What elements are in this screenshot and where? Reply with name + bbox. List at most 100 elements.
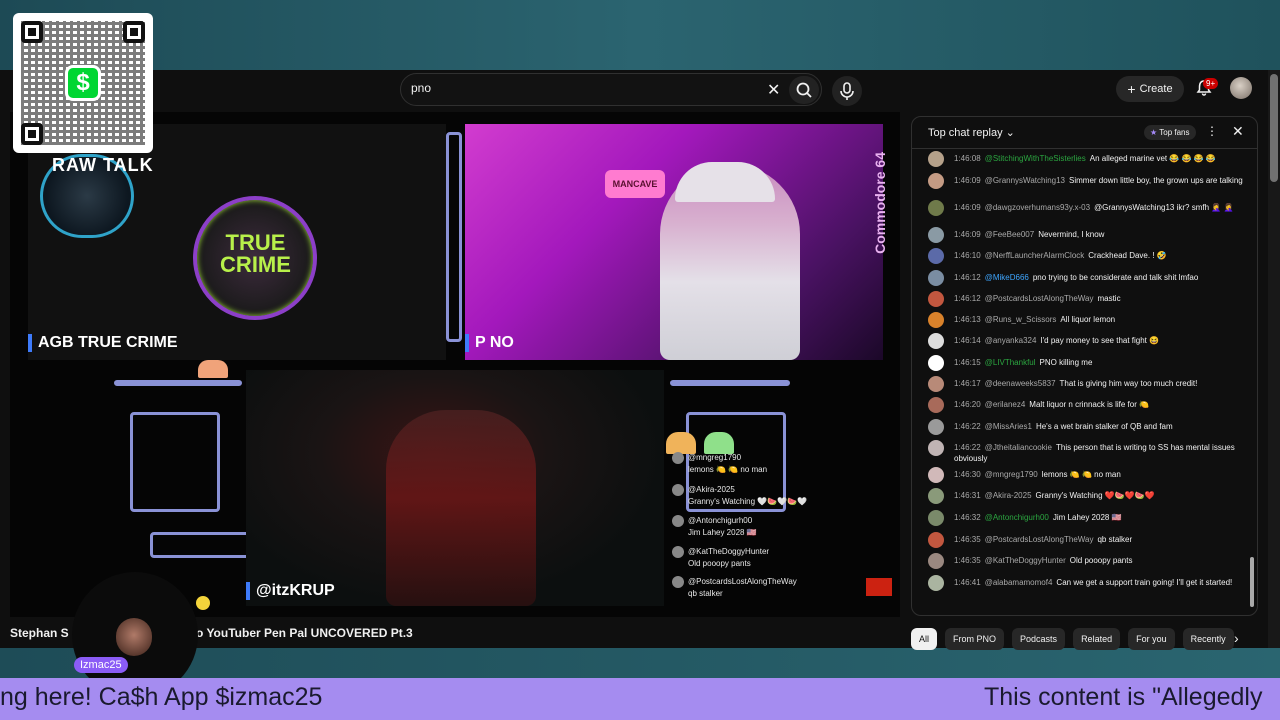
chat-text: That is giving him way too much credit! [1059, 379, 1198, 388]
maze-wall [446, 132, 462, 342]
chat-author[interactable]: @LIVThankful [985, 358, 1036, 367]
chat-avatar[interactable] [928, 312, 944, 328]
chat-author[interactable]: @MikeD666 [985, 273, 1029, 282]
chat-timestamp: 1:46:20 [954, 400, 981, 409]
chip-recently[interactable]: Recently [1182, 628, 1234, 650]
chat-avatar [672, 452, 684, 464]
more-options-icon[interactable]: ⋮ [1206, 124, 1218, 138]
voice-search-button[interactable] [832, 76, 862, 106]
chat-avatar[interactable] [928, 575, 944, 591]
chat-message-body: 1:46:09 @GrannysWatching13 Simmer down lit… [954, 175, 1244, 186]
mancave-sign: MANCAVE [605, 170, 665, 198]
chat-author[interactable]: @FeeBee007 [985, 230, 1035, 239]
overlay-chat-author: @Akira-2025 [688, 485, 735, 494]
chat-author[interactable]: @anyanka324 [985, 336, 1037, 345]
top-fans-button[interactable]: ★ Top fans [1144, 125, 1196, 140]
pacman-icon [196, 596, 210, 610]
clear-search-icon[interactable]: ✕ [767, 80, 780, 100]
overlay-chat-author: @Antonchigurh00 [688, 516, 753, 525]
chat-avatar[interactable] [928, 200, 944, 216]
chip-podcasts[interactable]: Podcasts [1012, 628, 1066, 650]
chat-author[interactable]: @NerffLauncherAlarmClock [985, 251, 1085, 260]
webcam-face [116, 618, 152, 656]
maze-wall [114, 380, 242, 386]
masthead: ✕ + Create 9+ [0, 70, 1268, 110]
plus-icon: + [1127, 81, 1136, 97]
chat-timestamp: 1:46:09 [954, 203, 981, 212]
chat-avatar[interactable] [928, 227, 944, 243]
create-button[interactable]: + Create [1116, 76, 1184, 102]
search-input[interactable] [411, 81, 751, 95]
chat-avatar[interactable] [928, 333, 944, 349]
chat-author[interactable]: @PostcardsLostAlongTheWay [985, 294, 1094, 303]
overlay-chat-item: @mngreg1790 lemons 🍋 🍋 no man [672, 452, 767, 475]
chat-message-body: 1:46:08 @StitchingWithTheSisterlies An all… [954, 153, 1244, 164]
chat-author[interactable]: @dawgzoverhumans93y.x-03 [985, 203, 1090, 212]
chat-timestamp: 1:46:12 [954, 273, 981, 282]
chat-avatar[interactable] [928, 248, 944, 264]
chat-text: Jim Lahey 2028 🇺🇸 [1052, 513, 1122, 522]
chat-author[interactable]: @erilanez4 [985, 400, 1026, 409]
chat-avatar[interactable] [928, 355, 944, 371]
video-title: Stephan S [10, 626, 69, 640]
chip-from-pno[interactable]: From PNO [945, 628, 1005, 650]
chat-timestamp: 1:46:08 [954, 154, 981, 163]
overlay-chat-text: Jim Lahey 2028 🇺🇸 [688, 528, 757, 537]
chat-author[interactable]: @PostcardsLostAlongTheWay [985, 535, 1094, 544]
chat-avatar[interactable] [928, 291, 944, 307]
chip-all[interactable]: All [911, 628, 938, 650]
chat-avatar[interactable] [928, 532, 944, 548]
chat-timestamp: 1:46:22 [954, 422, 981, 431]
overlay-chat-author: @mngreg1790 [688, 453, 742, 462]
video-player[interactable]: RAW TALK TRUE CRIME AGB TRUE CRIME MANCA… [10, 112, 900, 617]
chat-avatar[interactable] [928, 467, 944, 483]
account-avatar[interactable] [1230, 77, 1252, 99]
chat-avatar[interactable] [928, 488, 944, 504]
chip-related[interactable]: Related [1073, 628, 1121, 650]
ghost-icon [704, 432, 734, 454]
qr-finder [21, 123, 43, 145]
chat-avatar[interactable] [928, 510, 944, 526]
chat-text: PNO killing me [1039, 358, 1093, 367]
chip-for-you[interactable]: For you [1128, 628, 1175, 650]
chat-message-body: 1:46:35 @PostcardsLostAlongTheWay qb stalk… [954, 534, 1244, 545]
page-scrollbar-thumb[interactable] [1270, 74, 1278, 182]
panel-label-pno: P NO [465, 334, 514, 352]
chat-author[interactable]: @MissAries1 [985, 422, 1032, 431]
chat-author[interactable]: @deenaweeks5837 [985, 379, 1056, 388]
chat-author[interactable]: @Antonchigurh00 [985, 513, 1049, 522]
chat-timestamp: 1:46:17 [954, 379, 981, 388]
chat-author[interactable]: @mngreg1790 [985, 470, 1038, 479]
chevron-right-icon[interactable]: › [1234, 630, 1239, 646]
chat-mode-dropdown[interactable]: Top chat replay ⌄ [928, 126, 1015, 139]
chat-author[interactable]: @Runs_w_Scissors [985, 315, 1057, 324]
close-icon[interactable]: ✕ [1232, 123, 1244, 140]
chat-avatar[interactable] [928, 173, 944, 189]
chat-avatar[interactable] [928, 553, 944, 569]
live-chat-replay: Top chat replay ⌄ ★ Top fans ⋮ ✕ 1:46:08… [911, 116, 1258, 616]
chat-avatar[interactable] [928, 397, 944, 413]
chat-avatar[interactable] [928, 440, 944, 456]
overlay-chat-item: @Antonchigurh00 Jim Lahey 2028 🇺🇸 [672, 515, 757, 538]
chat-avatar[interactable] [928, 376, 944, 392]
chat-message-body: 1:46:17 @deenaweeks5837 That is giving him… [954, 378, 1244, 389]
overlay-chat-author: @KatTheDoggyHunter [688, 547, 770, 556]
stream-overlay-top [0, 0, 1280, 70]
true-crime-text: TRUE CRIME [220, 230, 291, 277]
chat-timestamp: 1:46:09 [954, 230, 981, 239]
chat-author[interactable]: @KatTheDoggyHunter [985, 556, 1066, 565]
chat-author[interactable]: @GrannysWatching13 [985, 176, 1065, 185]
chat-avatar[interactable] [928, 151, 944, 167]
chat-author[interactable]: @Jtheitaliancookie [985, 443, 1052, 452]
search-box: ✕ [400, 73, 822, 106]
search-button[interactable] [789, 76, 819, 104]
chat-author[interactable]: @alabamamomof4 [985, 578, 1053, 587]
chat-author[interactable]: @StitchingWithTheSisterlies [985, 154, 1086, 163]
chat-scrollbar-thumb[interactable] [1250, 557, 1254, 607]
chat-header: Top chat replay ⌄ ★ Top fans ⋮ ✕ [912, 117, 1257, 149]
chat-text: He's a wet brain stalker of QB and fam [1035, 422, 1173, 431]
chat-avatar[interactable] [928, 419, 944, 435]
chat-avatar[interactable] [928, 270, 944, 286]
maze-wall [130, 412, 220, 512]
chat-author[interactable]: @Akira-2025 [985, 491, 1032, 500]
